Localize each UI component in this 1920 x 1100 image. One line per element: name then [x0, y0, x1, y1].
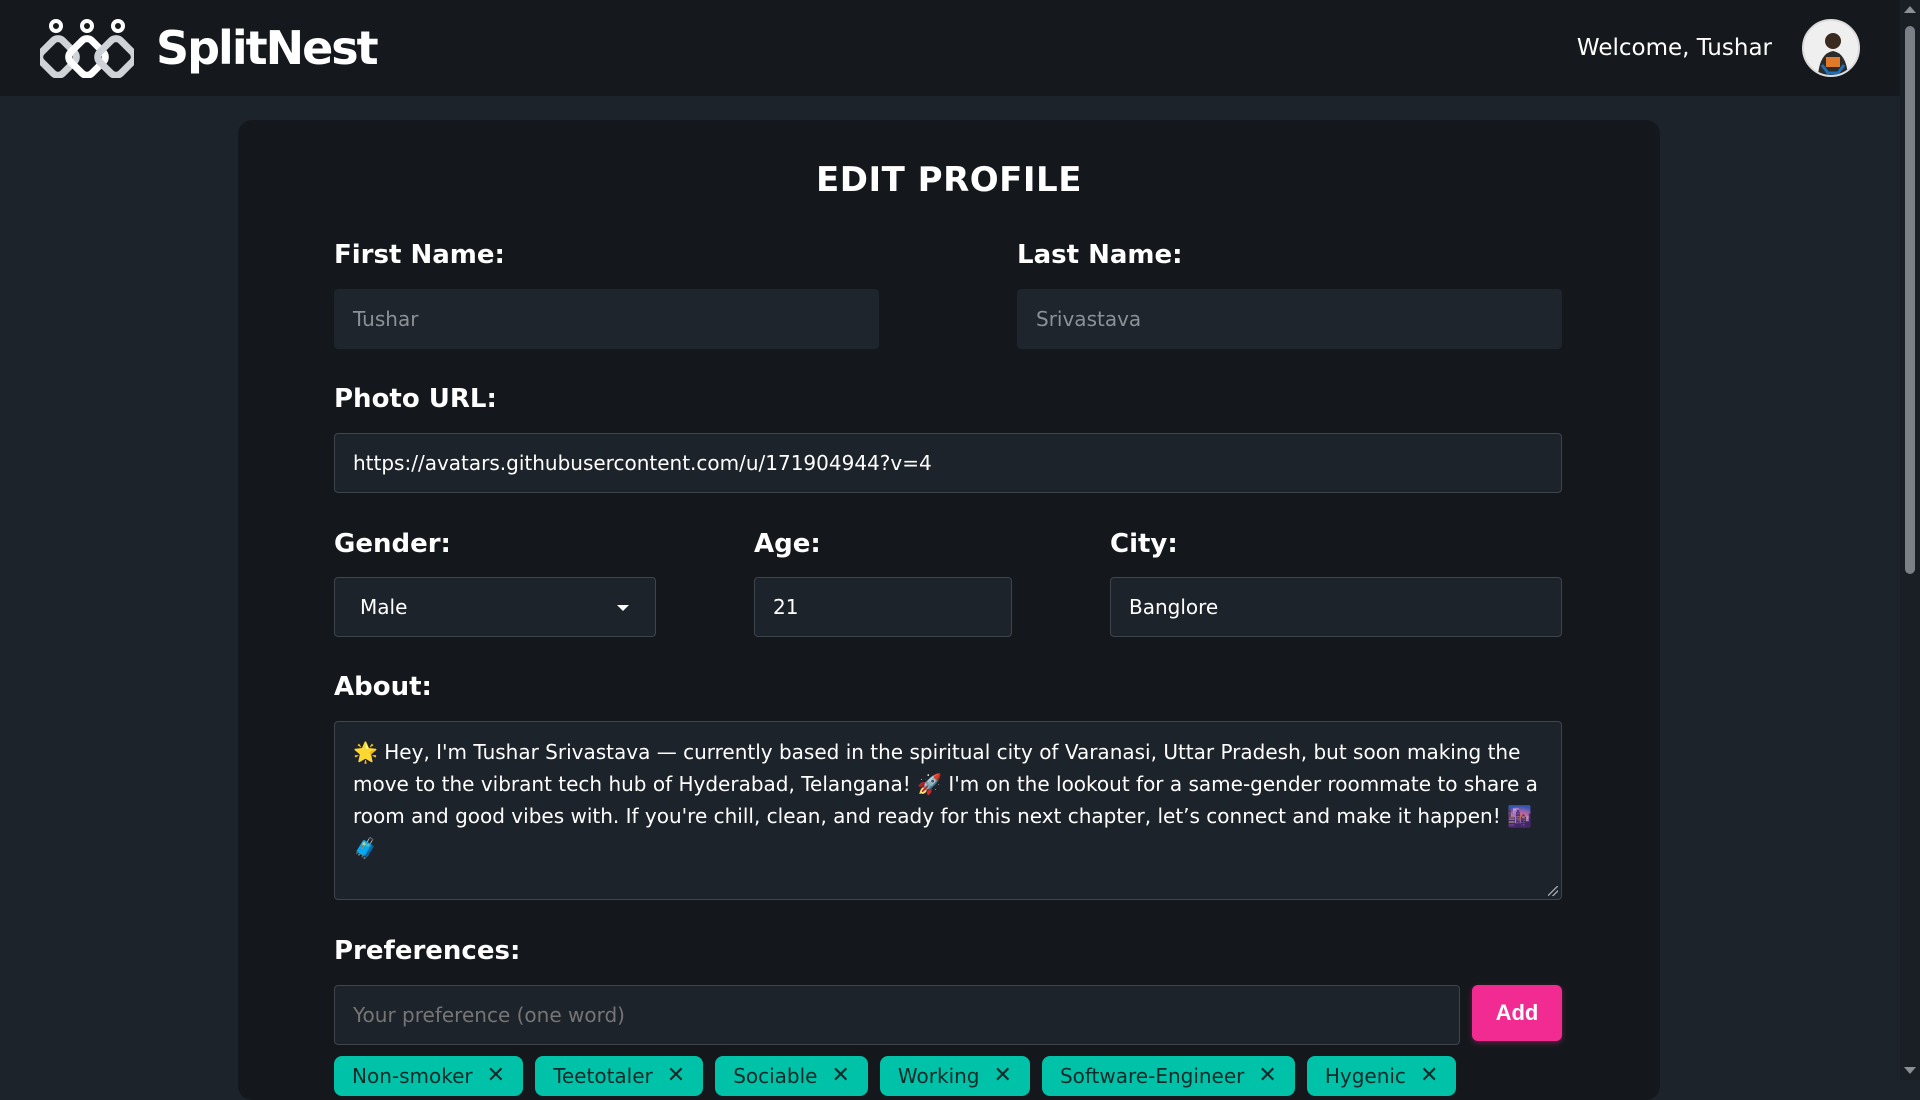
city-label: City:: [1110, 529, 1178, 559]
preference-tag: Software-Engineer ✕: [1041, 1056, 1295, 1096]
tag-label: Software-Engineer: [1059, 1064, 1245, 1088]
resize-grip[interactable]: [1548, 886, 1558, 896]
gender-label: Gender:: [334, 529, 451, 559]
preference-input[interactable]: [334, 985, 1460, 1045]
logo-icon: [40, 19, 134, 78]
city-value: Banglore: [1129, 595, 1219, 619]
tag-label: Non-smoker: [352, 1064, 473, 1088]
first-name-value: Tushar: [353, 307, 419, 331]
chevron-down-icon: [617, 605, 629, 611]
age-label: Age:: [754, 529, 821, 559]
photo-url-label: Photo URL:: [334, 384, 497, 414]
preferences-label: Preferences:: [334, 936, 521, 966]
preference-tag: Sociable ✕: [715, 1056, 868, 1096]
user-area: Welcome, Tushar: [1577, 19, 1860, 77]
close-icon[interactable]: ✕: [1258, 1065, 1276, 1087]
brand[interactable]: SplitNest: [40, 18, 379, 78]
welcome-text: Welcome, Tushar: [1576, 35, 1772, 61]
avatar[interactable]: [1802, 19, 1860, 77]
preference-tag: Teetotaler ✕: [535, 1056, 704, 1096]
scroll-thumb[interactable]: [1905, 26, 1915, 574]
gender-value: Male: [360, 595, 408, 619]
edit-profile-card: EDIT PROFILE First Name: Tushar Last Nam…: [238, 120, 1660, 1100]
add-preference-button[interactable]: Add: [1472, 985, 1562, 1041]
close-icon[interactable]: ✕: [487, 1065, 505, 1087]
last-name-value: Srivastava: [1036, 307, 1142, 331]
scroll-down-arrow-icon[interactable]: [1904, 1067, 1916, 1074]
photo-url-value: https://avatars.githubusercontent.com/u/…: [353, 451, 932, 475]
first-name-field: Tushar: [334, 289, 879, 349]
about-value: 🌟 Hey, I'm Tushar Srivastava — currently…: [353, 740, 1538, 860]
photo-url-input[interactable]: https://avatars.githubusercontent.com/u/…: [334, 433, 1562, 493]
preference-tag: Working ✕: [879, 1056, 1030, 1096]
preference-tag: Non-smoker ✕: [334, 1056, 524, 1096]
close-icon[interactable]: ✕: [1420, 1065, 1438, 1087]
first-name-label: First Name:: [334, 240, 505, 270]
city-input[interactable]: Banglore: [1110, 577, 1562, 637]
top-navbar: SplitNest Welcome, Tushar: [0, 0, 1900, 96]
tag-label: Teetotaler: [553, 1064, 653, 1088]
last-name-label: Last Name:: [1017, 240, 1183, 270]
about-textarea[interactable]: 🌟 Hey, I'm Tushar Srivastava — currently…: [334, 721, 1562, 900]
preference-tags: Non-smoker ✕ Teetotaler ✕ Sociable ✕ Wor…: [334, 1056, 1457, 1096]
age-input[interactable]: 21: [754, 577, 1012, 637]
tag-label: Hygenic: [1324, 1064, 1406, 1088]
page-scrollbar[interactable]: [1900, 0, 1920, 1080]
scroll-up-arrow-icon[interactable]: [1904, 6, 1916, 13]
tag-label: Sociable: [733, 1064, 818, 1088]
brand-name: SplitNest: [156, 21, 379, 75]
avatar-icon: [1804, 21, 1858, 75]
close-icon[interactable]: ✕: [667, 1065, 685, 1087]
gender-select[interactable]: Male: [334, 577, 656, 637]
page-title: EDIT PROFILE: [816, 160, 1082, 200]
age-value: 21: [773, 595, 799, 619]
tag-label: Working: [897, 1064, 980, 1088]
preference-tag: Hygenic ✕: [1306, 1056, 1457, 1096]
close-icon[interactable]: ✕: [831, 1065, 849, 1087]
about-label: About:: [334, 672, 432, 702]
close-icon[interactable]: ✕: [994, 1065, 1012, 1087]
last-name-field: Srivastava: [1017, 289, 1562, 349]
